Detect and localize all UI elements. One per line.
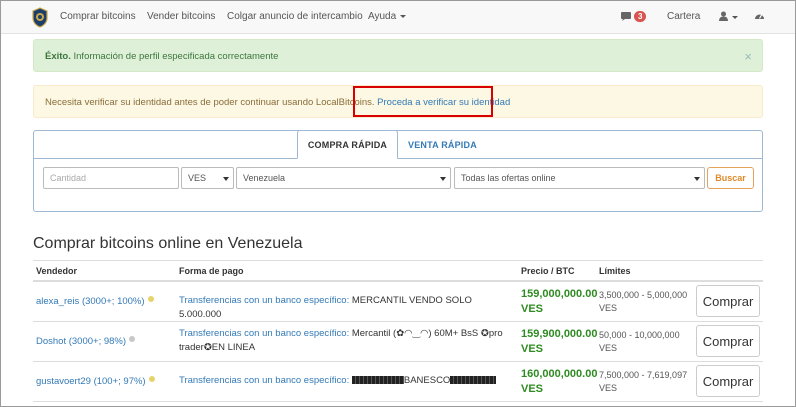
price-cell: 160,000,000.00 VES bbox=[521, 367, 597, 397]
buy-button[interactable]: Comprar bbox=[696, 325, 760, 357]
nav-help-dropdown[interactable]: Ayuda bbox=[368, 11, 407, 22]
page-title: Comprar bitcoins online en Venezuela bbox=[33, 235, 303, 252]
price-cell: 159,000,000.00 VES bbox=[521, 287, 597, 317]
tab-quick-buy[interactable]: COMPRA RÁPIDA bbox=[297, 130, 398, 159]
seller-name: Doshot (3000+; 98%) bbox=[36, 336, 127, 347]
seller-link[interactable]: alexa_reis (3000+; 100%) bbox=[36, 296, 154, 307]
localbitcoins-logo[interactable] bbox=[31, 7, 49, 28]
country-select-value: Venezuela bbox=[243, 173, 286, 183]
warning-message: Necesita verificar su identidad antes de… bbox=[45, 97, 378, 108]
column-header-limits: Límites bbox=[599, 266, 631, 276]
nav-post-trade[interactable]: Colgar anuncio de intercambio bbox=[227, 11, 363, 22]
online-status-icon bbox=[129, 336, 136, 342]
highlight-annotation-box bbox=[353, 86, 493, 117]
seller-name: gustavoert29 (100+; 97%) bbox=[36, 376, 146, 387]
quick-search-panel: COMPRA RÁPIDA VENTA RÁPIDA Cantidad VES … bbox=[33, 130, 763, 212]
price-currency: VES bbox=[521, 303, 544, 315]
table-row: gustavoert29 (100+; 97%) Transferencias … bbox=[33, 362, 763, 402]
table-header: Vendedor Forma de pago Precio / BTC Lími… bbox=[33, 260, 763, 282]
payment-method-link[interactable]: Transferencias con un banco específico: bbox=[179, 295, 349, 306]
nav-buy-bitcoins[interactable]: Comprar bitcoins bbox=[60, 11, 136, 22]
limits-range: 3,500,000 - 5,000,000 bbox=[599, 290, 688, 300]
column-header-price: Precio / BTC bbox=[521, 266, 575, 276]
amount-input[interactable]: Cantidad bbox=[43, 167, 179, 189]
success-alert-message: Información de perfil especificada corre… bbox=[70, 51, 279, 62]
buy-button[interactable]: Comprar bbox=[696, 285, 760, 317]
payment-details: BANESCO bbox=[403, 375, 451, 386]
price-value: 159,900,000.00 bbox=[521, 328, 598, 340]
payment-details: Mercantil (✿◠‿◠) 60M+ BsS ✪pro bbox=[349, 328, 503, 339]
chevron-down-icon bbox=[732, 15, 738, 19]
notifications-button[interactable]: 3 bbox=[620, 11, 647, 23]
price-value: 159,000,000.00 bbox=[521, 288, 598, 300]
limits-currency: VES bbox=[599, 343, 618, 353]
limits-cell: 7,500,000 - 7,619,097 VES bbox=[599, 369, 687, 395]
success-alert: Éxito. Información de perfil especificad… bbox=[33, 39, 763, 72]
limits-range: 50,000 - 10,000,000 bbox=[599, 330, 680, 340]
limits-range: 7,500,000 - 7,619,097 bbox=[599, 370, 688, 380]
tab-quick-sell[interactable]: VENTA RÁPIDA bbox=[408, 140, 477, 150]
nav-sell-bitcoins[interactable]: Vender bitcoins bbox=[147, 11, 215, 22]
payment-details-continued: trader✪EN LINEA bbox=[179, 342, 256, 353]
payment-method: Transferencias con un banco específico: … bbox=[179, 294, 509, 322]
dashboard-button[interactable] bbox=[754, 11, 765, 23]
payment-method: Transferencias con un banco específico: … bbox=[179, 327, 509, 355]
limits-cell: 3,500,000 - 5,000,000 VES bbox=[599, 289, 687, 315]
country-select[interactable]: Venezuela bbox=[236, 167, 451, 189]
success-alert-title: Éxito. bbox=[45, 51, 71, 62]
payment-method-link[interactable]: Transferencias con un banco específico: bbox=[179, 375, 349, 386]
column-header-payment: Forma de pago bbox=[179, 266, 244, 276]
browser-frame: Comprar bitcoins Vender bitcoins Colgar … bbox=[0, 0, 796, 407]
price-currency: VES bbox=[521, 383, 544, 395]
table-row: Doshot (3000+; 98%) Transferencias con u… bbox=[33, 322, 763, 362]
top-navbar: Comprar bitcoins Vender bitcoins Colgar … bbox=[1, 1, 795, 34]
search-button[interactable]: Buscar bbox=[707, 167, 754, 189]
seller-link[interactable]: Doshot (3000+; 98%) bbox=[36, 336, 136, 347]
user-icon bbox=[719, 11, 728, 21]
online-status-icon bbox=[147, 296, 154, 302]
dashboard-gauge-icon bbox=[755, 14, 764, 19]
seller-name: alexa_reis (3000+; 100%) bbox=[36, 296, 145, 307]
tab-divider bbox=[397, 158, 763, 159]
payment-method-link[interactable]: Transferencias con un banco específico: bbox=[179, 328, 349, 339]
nav-help-label: Ayuda bbox=[368, 11, 397, 22]
notification-count-badge: 3 bbox=[634, 11, 647, 22]
redacted-block bbox=[450, 376, 497, 384]
nav-wallet[interactable]: Cartera bbox=[667, 11, 700, 22]
price-currency: VES bbox=[521, 343, 544, 355]
tab-divider bbox=[34, 158, 297, 159]
chevron-down-icon bbox=[440, 177, 446, 181]
redacted-block bbox=[351, 376, 404, 384]
column-header-seller: Vendedor bbox=[36, 266, 78, 276]
offer-type-select-value: Todas las ofertas online bbox=[461, 173, 556, 183]
chevron-down-icon bbox=[694, 177, 700, 181]
table-row: alexa_reis (3000+; 100%) Transferencias … bbox=[33, 282, 763, 322]
limits-currency: VES bbox=[599, 383, 618, 393]
currency-select[interactable]: VES bbox=[181, 167, 234, 189]
currency-select-value: VES bbox=[188, 173, 207, 183]
price-cell: 159,900,000.00 VES bbox=[521, 327, 597, 357]
close-icon[interactable]: × bbox=[744, 49, 752, 64]
buy-button[interactable]: Comprar bbox=[696, 365, 760, 397]
payment-method: Transferencias con un banco específico: … bbox=[179, 374, 509, 388]
limits-cell: 50,000 - 10,000,000 VES bbox=[599, 329, 680, 355]
chevron-down-icon bbox=[400, 14, 407, 18]
chevron-down-icon bbox=[223, 177, 229, 181]
user-menu-dropdown[interactable] bbox=[719, 11, 738, 23]
chat-bubble-icon bbox=[621, 12, 631, 21]
limits-currency: VES bbox=[599, 303, 618, 313]
seller-link[interactable]: gustavoert29 (100+; 97%) bbox=[36, 376, 155, 387]
offer-type-select[interactable]: Todas las ofertas online bbox=[454, 167, 705, 189]
online-status-icon bbox=[148, 376, 155, 382]
price-value: 160,000,000.00 bbox=[521, 368, 598, 380]
